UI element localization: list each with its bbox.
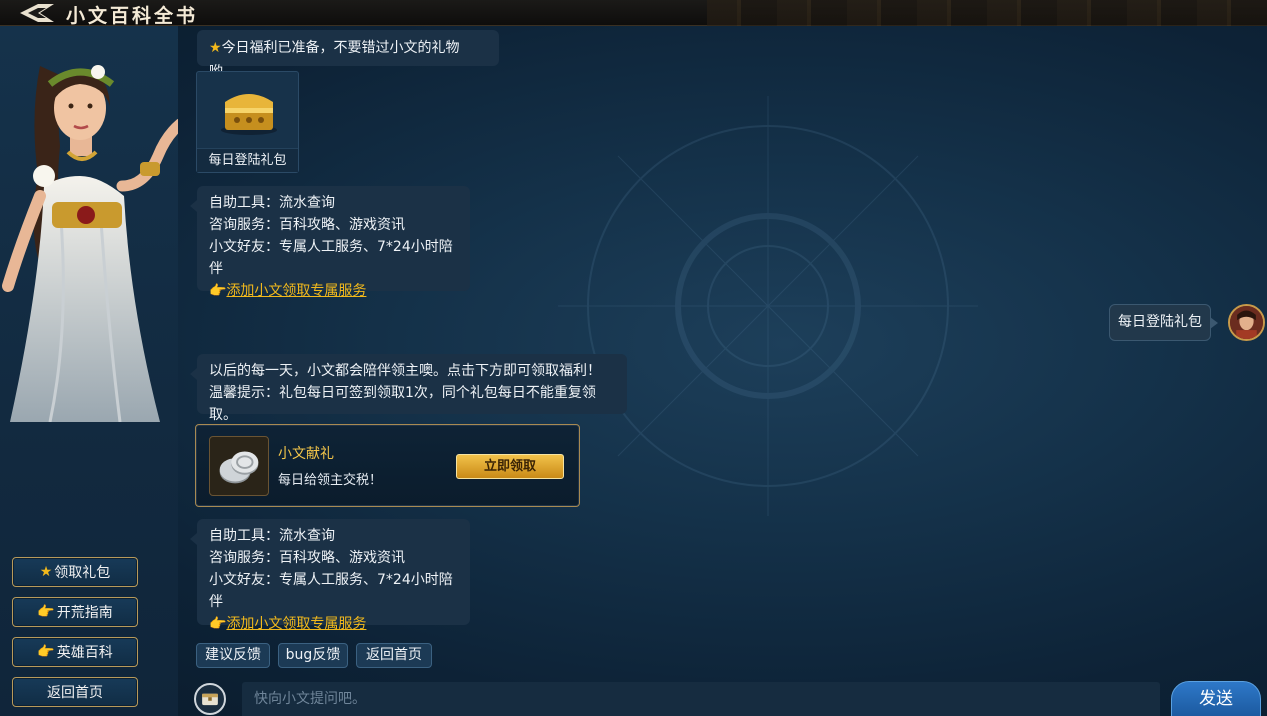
pointing-hand-icon: 👉 xyxy=(37,604,55,620)
message-line: 以后的每一天，小文都会陪伴领主噢。点击下方即可领取福利！ xyxy=(209,363,601,379)
title-bar: 小文百科全书 xyxy=(0,0,1267,27)
reward-description: 每日给领主交税！ xyxy=(278,473,383,488)
add-xiaowen-service-link[interactable]: 添加小文领取专属服务 xyxy=(226,616,366,632)
chat-input-bar: 发送 xyxy=(178,678,1267,716)
title-bar-decoration xyxy=(707,0,1267,26)
silver-coins-icon xyxy=(209,436,269,496)
service-line-self-help: 自助工具：流水查询 xyxy=(209,528,335,544)
service-info-message: 自助工具：流水查询 咨询服务：百科攻略、游戏资讯 小文好友：专属人工服务、7*2… xyxy=(190,186,470,299)
chat-question-input[interactable] xyxy=(242,682,1160,716)
guide-character-portrait xyxy=(2,65,178,422)
left-panel: ★ 领取礼包 👉 开荒指南 👉 英雄百科 返回首页 xyxy=(0,26,178,716)
treasure-chest-icon xyxy=(221,94,277,135)
claim-now-button[interactable]: 立即领取 xyxy=(456,454,564,479)
sidebar-button-label: 领取礼包 xyxy=(54,565,111,581)
pointing-hand-icon: 👉 xyxy=(209,616,227,632)
service-line-consult: 咨询服务：百科攻略、游戏资讯 xyxy=(209,550,405,566)
app-title: 小文百科全书 xyxy=(66,5,199,27)
bug-report-button[interactable]: bug反馈 xyxy=(278,643,348,668)
message-line: 温馨提示：礼包每日可签到领取1次，同个礼包每日不能重复领取。 xyxy=(209,385,596,423)
service-line-friend: 小文好友：专属人工服务、7*24小时陪伴 xyxy=(209,239,453,277)
xiaowen-gift-card: 小文献礼 每日给领主交税！ 立即领取 xyxy=(195,424,580,507)
sidebar-button-label: 返回首页 xyxy=(47,685,103,701)
daily-login-gift-card[interactable]: 每日登陆礼包 xyxy=(196,71,299,173)
service-line-consult: 咨询服务：百科攻略、游戏资讯 xyxy=(209,217,405,233)
welfare-ready-message: ★今日福利已准备，不要错过小文的礼物哟。 xyxy=(197,30,499,80)
service-line-self-help: 自助工具：流水查询 xyxy=(209,195,335,211)
star-icon: ★ xyxy=(209,40,222,56)
gift-card-label: 每日登陆礼包 xyxy=(197,148,298,172)
send-button[interactable]: 发送 xyxy=(1171,681,1261,716)
daily-companion-message: 以后的每一天，小文都会陪伴领主噢。点击下方即可领取福利！ 温馨提示：礼包每日可签… xyxy=(190,354,627,423)
star-icon: ★ xyxy=(39,564,53,580)
sidebar-button-label: 英雄百科 xyxy=(56,645,113,661)
service-line-friend: 小文好友：专属人工服务、7*24小时陪伴 xyxy=(209,572,453,610)
hero-wiki-sidebar-button[interactable]: 👉 英雄百科 xyxy=(12,637,138,667)
return-home-sidebar-button[interactable]: 返回首页 xyxy=(12,677,138,707)
back-logo-icon[interactable] xyxy=(18,2,56,24)
claim-gift-sidebar-button[interactable]: ★ 领取礼包 xyxy=(12,557,138,587)
reward-title: 小文献礼 xyxy=(278,446,334,462)
user-message-bubble: 每日登陆礼包 xyxy=(1109,304,1218,341)
beginner-guide-sidebar-button[interactable]: 👉 开荒指南 xyxy=(12,597,138,627)
compass-background-decoration xyxy=(558,96,978,516)
user-avatar[interactable] xyxy=(1228,304,1265,341)
feedback-button[interactable]: 建议反馈 xyxy=(196,643,270,668)
chat-area: ★今日福利已准备，不要错过小文的礼物哟。 每日登陆礼包 自助工具：流水查询 咨询… xyxy=(178,26,1267,716)
sidebar-button-label: 开荒指南 xyxy=(56,605,113,621)
pointing-hand-icon: 👉 xyxy=(209,283,227,299)
add-xiaowen-service-link[interactable]: 添加小文领取专属服务 xyxy=(226,283,366,299)
service-info-message: 自助工具：流水查询 咨询服务：百科攻略、游戏资讯 小文好友：专属人工服务、7*2… xyxy=(190,519,470,632)
return-home-button[interactable]: 返回首页 xyxy=(356,643,432,668)
chest-menu-icon[interactable] xyxy=(194,683,226,715)
pointing-hand-icon: 👉 xyxy=(37,644,55,660)
